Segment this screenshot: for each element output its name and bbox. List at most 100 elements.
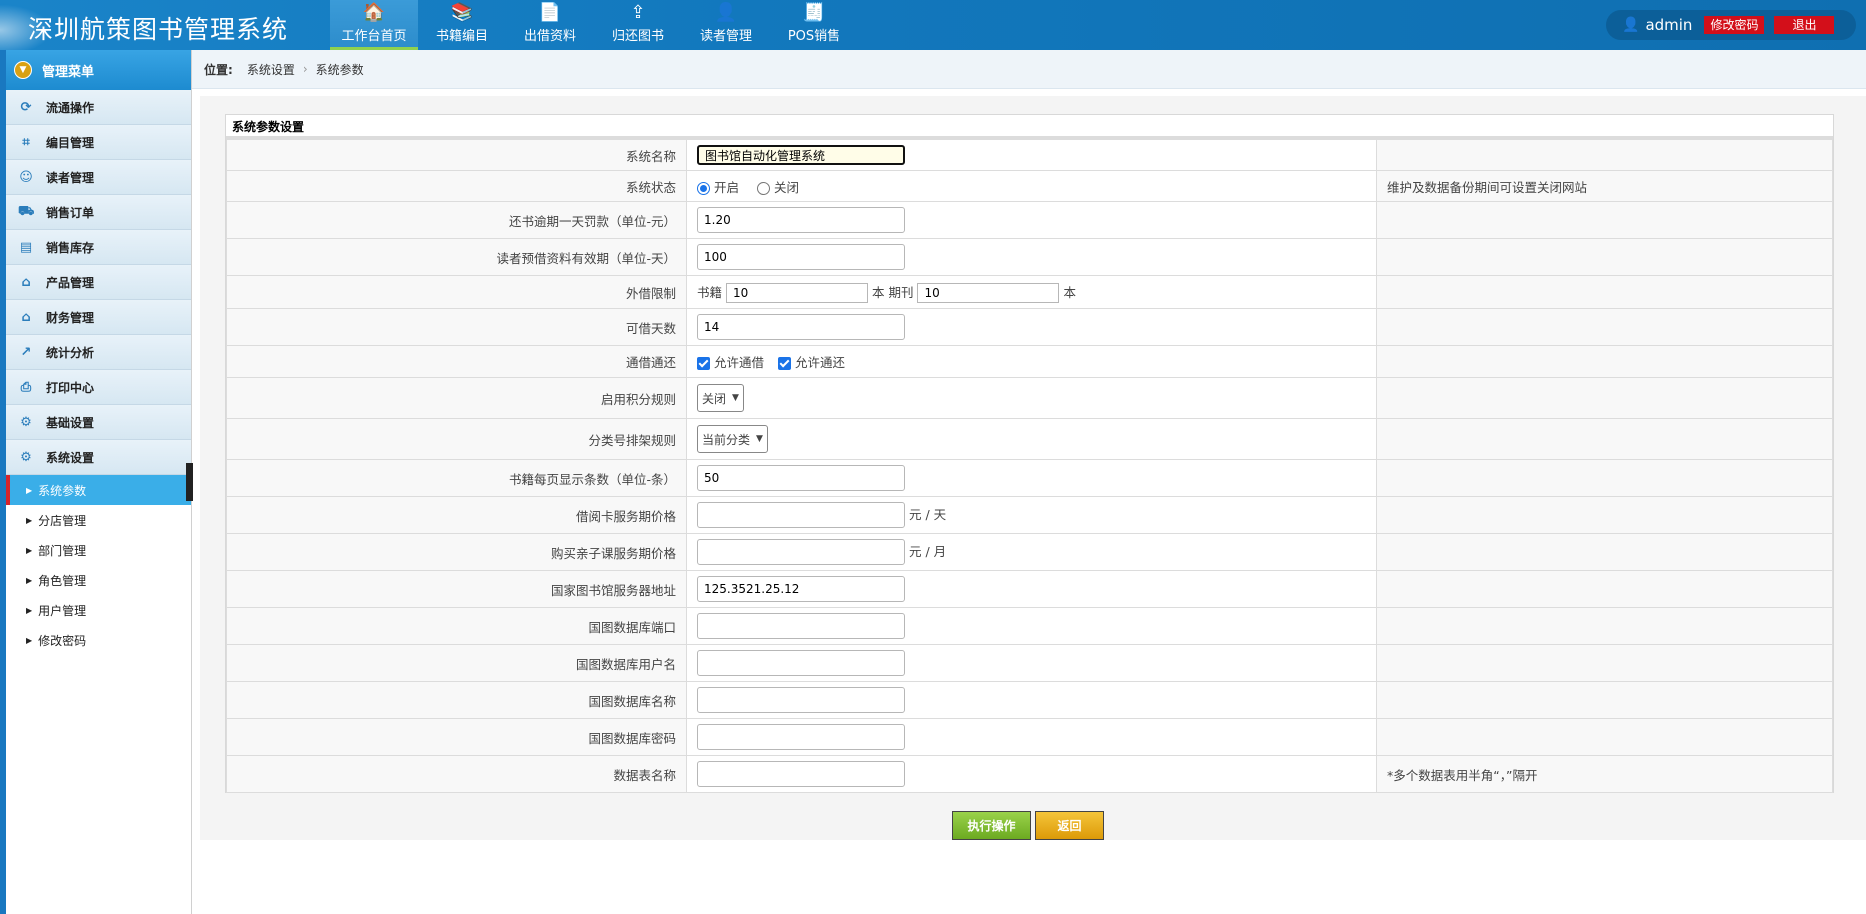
field-tip <box>1376 139 1833 171</box>
return-upload-icon: ⇪ <box>630 1 646 23</box>
borrow-days-input[interactable] <box>697 314 905 340</box>
chevron-down-icon: ▼ <box>756 434 763 444</box>
gear-icon: ⚙ <box>20 449 32 465</box>
select-value: 当前分类 <box>702 432 751 447</box>
form-row: 读者预借资料有效期（单位-天） <box>226 238 1833 276</box>
nav-pos[interactable]: 🧾 POS销售 <box>770 0 858 50</box>
points-rule-select[interactable]: 关闭 ▼ <box>697 384 744 412</box>
execute-button[interactable]: 执行操作 <box>952 811 1031 840</box>
nav-readers[interactable]: 👤 读者管理 <box>682 0 770 50</box>
chevron-down-icon: ▼ <box>732 393 739 403</box>
field-label: 还书逾期一天罚款（单位-元） <box>226 201 687 239</box>
back-button[interactable]: 返回 <box>1035 811 1104 840</box>
sidebar-item-sales-orders[interactable]: ⛟ 销售订单 <box>6 195 191 230</box>
subitem-change-password[interactable]: ▶ 修改密码 <box>6 625 191 655</box>
form-row: 可借天数 <box>226 308 1833 346</box>
card-price-input[interactable] <box>697 502 905 528</box>
nav-cataloging[interactable]: 📚 书籍编目 <box>418 0 506 50</box>
sidebar-item-system-settings[interactable]: ⚙ 系统设置 <box>6 440 191 475</box>
db-port-input[interactable] <box>697 613 905 639</box>
change-password-button[interactable]: 修改密码 <box>1704 16 1765 34</box>
sidebar-item-basic-settings[interactable]: ⚙ 基础设置 <box>6 405 191 440</box>
field-cell <box>686 201 1377 239</box>
status-off-radio[interactable] <box>756 181 770 195</box>
field-cell: 元 / 月 <box>686 533 1377 571</box>
nlc-server-input[interactable] <box>697 576 905 602</box>
reserve-valid-input[interactable] <box>697 244 905 270</box>
books-label: 书籍 <box>697 284 723 300</box>
field-tip <box>1376 496 1833 534</box>
sidebar-item-catalog[interactable]: ⌗ 编目管理 <box>6 125 191 160</box>
form-row: 国图数据库名称 <box>226 681 1833 719</box>
sidebar-item-label: 产品管理 <box>46 275 95 290</box>
radio-label: 开启 <box>714 179 740 195</box>
system-name-input[interactable] <box>697 145 905 165</box>
sidebar-collapse-handle[interactable] <box>186 463 193 501</box>
sidebar-item-products[interactable]: ⌂ 产品管理 <box>6 265 191 300</box>
nav-return[interactable]: ⇪ 归还图书 <box>594 0 682 50</box>
sidebar-item-label: 统计分析 <box>46 345 95 360</box>
sidebar-item-statistics[interactable]: ↗ 统计分析 <box>6 335 191 370</box>
menu-title[interactable]: ▼ 管理菜单 <box>6 50 191 90</box>
page-size-input[interactable] <box>697 465 905 491</box>
sidebar-item-print-center[interactable]: ⎙ 打印中心 <box>6 370 191 405</box>
status-on-radio[interactable] <box>697 181 710 195</box>
field-label: 国图数据库名称 <box>226 681 687 719</box>
field-cell <box>686 238 1377 276</box>
sidebar-item-sales-inventory[interactable]: ▤ 销售库存 <box>6 230 191 265</box>
table-names-input[interactable] <box>697 761 905 787</box>
field-cell: 书籍 本 期刊 本 <box>686 275 1377 309</box>
top-header: 深圳航策图书管理系统 🏠 工作台首页 📚 书籍编目 📄 出借资料 ⇪ 归还图书 … <box>0 0 1866 50</box>
breadcrumb-item[interactable]: 系统设置 <box>247 61 295 78</box>
subitem-label: 部门管理 <box>38 543 87 558</box>
params-panel: 系统参数设置 系统名称 系统状态 开启 关闭 维护及数据备份期间可设置关闭网站 … <box>225 114 1834 793</box>
field-tip <box>1376 418 1833 460</box>
field-label: 购买亲子课服务期价格 <box>226 533 687 571</box>
form-row: 系统名称 <box>226 139 1833 171</box>
books-limit-input[interactable] <box>726 282 868 303</box>
db-user-input[interactable] <box>697 650 905 676</box>
field-cell: 元 / 天 <box>686 496 1377 534</box>
nav-home[interactable]: 🏠 工作台首页 <box>330 0 418 50</box>
sidebar-item-label: 销售订单 <box>46 205 95 220</box>
db-password-input[interactable] <box>697 724 905 750</box>
sidebar-item-finance[interactable]: ⌂ 财务管理 <box>6 300 191 335</box>
periodicals-limit-input[interactable] <box>917 282 1060 303</box>
user-icon: 👤 <box>1622 17 1640 33</box>
sidebar-item-readers[interactable]: ☺ 读者管理 <box>6 160 191 195</box>
field-tip <box>1376 718 1833 756</box>
field-label: 数据表名称 <box>226 755 687 793</box>
printer-icon: ⎙ <box>20 379 32 395</box>
allow-borrow-checkbox[interactable] <box>697 357 710 370</box>
sidebar-item-label: 系统设置 <box>46 450 95 465</box>
nav-label: 读者管理 <box>699 29 752 44</box>
nav-label: POS销售 <box>787 29 841 44</box>
field-label: 可借天数 <box>226 308 687 346</box>
books-unit: 本 <box>871 284 885 300</box>
field-label: 启用积分规则 <box>226 377 687 419</box>
subitem-branch-mgmt[interactable]: ▶ 分店管理 <box>6 505 191 535</box>
field-label: 国家图书馆服务器地址 <box>226 570 687 608</box>
subitem-department-mgmt[interactable]: ▶ 部门管理 <box>6 535 191 565</box>
select-value: 关闭 <box>702 391 727 406</box>
overdue-fine-input[interactable] <box>697 207 905 233</box>
field-tip <box>1376 533 1833 571</box>
course-price-input[interactable] <box>697 539 905 565</box>
form-row: 书籍每页显示条数（单位-条） <box>226 459 1833 497</box>
form-row: 通借通还 允许通借 允许通还 <box>226 345 1833 378</box>
subitem-system-params[interactable]: ▶ 系统参数 <box>6 475 191 505</box>
subitem-user-mgmt[interactable]: ▶ 用户管理 <box>6 595 191 625</box>
allow-return-checkbox[interactable] <box>777 357 791 370</box>
db-name-input[interactable] <box>697 687 905 713</box>
sidebar-item-label: 编目管理 <box>46 135 95 150</box>
subitem-role-mgmt[interactable]: ▶ 角色管理 <box>6 565 191 595</box>
field-cell <box>686 570 1377 608</box>
shelving-rule-select[interactable]: 当前分类 ▼ <box>697 425 768 453</box>
field-cell: 当前分类 ▼ <box>686 418 1377 460</box>
reader-icon: ☺ <box>19 169 33 185</box>
sidebar-item-circulation[interactable]: ⟳ 流通操作 <box>6 90 191 125</box>
logout-button[interactable]: 退出 <box>1774 16 1835 34</box>
field-label: 系统状态 <box>226 170 687 202</box>
nav-label: 归还图书 <box>611 29 664 44</box>
nav-lend[interactable]: 📄 出借资料 <box>506 0 594 50</box>
